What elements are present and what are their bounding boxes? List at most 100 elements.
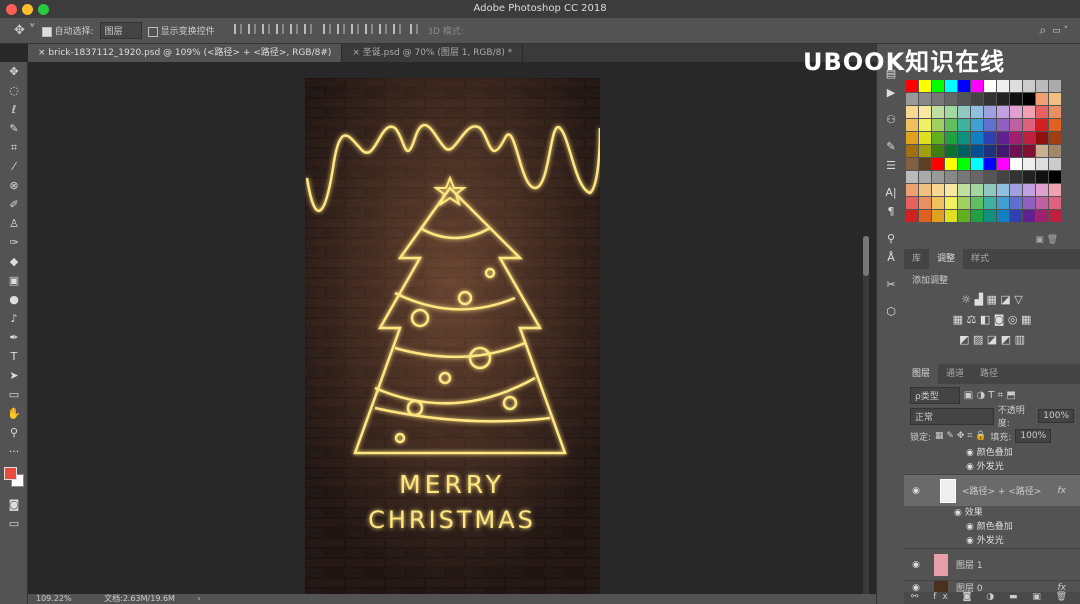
move-tool-icon[interactable]: ✥ <box>0 62 28 81</box>
rectangle-tool-icon[interactable]: ▭ <box>0 385 28 404</box>
layer-filter-dropdown[interactable]: ρ类型 <box>910 386 960 404</box>
paragraph-icon[interactable]: ¶ <box>877 202 905 221</box>
swatch[interactable] <box>945 93 957 105</box>
swatch[interactable] <box>919 132 931 144</box>
zoom-level[interactable]: 109.22% <box>36 594 72 603</box>
lock-icons[interactable]: ▦ ✎ ✥ ⌗ 🔒 <box>935 431 986 441</box>
swatch[interactable] <box>919 106 931 118</box>
swatch[interactable] <box>984 197 996 209</box>
close-window-button[interactable] <box>6 4 17 15</box>
swatch[interactable] <box>932 184 944 196</box>
swatch[interactable] <box>997 210 1009 222</box>
zoom-tool-icon[interactable]: ⚲ <box>0 423 28 442</box>
swatch[interactable] <box>971 171 983 183</box>
swatch[interactable] <box>1023 197 1035 209</box>
swatch[interactable] <box>1049 145 1061 157</box>
swatch[interactable] <box>1010 197 1022 209</box>
hand-tool-icon[interactable]: ✋ <box>0 404 28 423</box>
swatch[interactable] <box>1010 171 1022 183</box>
swatch[interactable] <box>958 119 970 131</box>
opacity-input[interactable]: 100% <box>1038 409 1074 423</box>
swatch[interactable] <box>945 119 957 131</box>
swatch[interactable] <box>945 197 957 209</box>
swatch[interactable] <box>1036 106 1048 118</box>
swatch[interactable] <box>1023 158 1035 170</box>
more-tools-icon[interactable]: ··· <box>0 442 28 461</box>
swatch[interactable] <box>932 171 944 183</box>
swatch[interactable] <box>997 132 1009 144</box>
effects-group[interactable]: ◉ 效果 <box>904 506 1080 520</box>
swatch[interactable] <box>984 145 996 157</box>
swatch[interactable] <box>919 119 931 131</box>
swatch[interactable] <box>945 145 957 157</box>
brush-tool-icon[interactable]: ✐ <box>0 195 28 214</box>
swatch[interactable] <box>1010 145 1022 157</box>
swatch[interactable] <box>958 171 970 183</box>
swatch[interactable] <box>906 197 918 209</box>
screen-mode-icon[interactable]: ▭ <box>0 514 28 533</box>
swatch[interactable] <box>997 119 1009 131</box>
swatch[interactable] <box>958 158 970 170</box>
layer-path[interactable]: ◉ <路径> + <路径> fx <box>904 474 1080 506</box>
swatch[interactable] <box>958 80 970 92</box>
swatch[interactable] <box>1010 132 1022 144</box>
quick-mask-icon[interactable]: ◙ <box>0 495 28 514</box>
swatch[interactable] <box>971 119 983 131</box>
eyedropper-tool-icon[interactable]: ⁄ <box>0 157 28 176</box>
swatch[interactable] <box>945 80 957 92</box>
swatch[interactable] <box>932 119 944 131</box>
swatch[interactable] <box>1010 93 1022 105</box>
color-swatches[interactable] <box>0 461 27 495</box>
stamp-tool-icon[interactable]: ♙ <box>0 214 28 233</box>
blur-tool-icon[interactable]: ● <box>0 290 28 309</box>
document-canvas[interactable]: MERRY CHRISTMAS <box>305 78 600 598</box>
swatch[interactable] <box>997 106 1009 118</box>
effect-color-overlay[interactable]: ◉ 颜色叠加 <box>904 520 1080 534</box>
marquee-tool-icon[interactable]: ◌ <box>0 81 28 100</box>
swatch[interactable] <box>984 80 996 92</box>
swatch[interactable] <box>984 210 996 222</box>
tab-christmas[interactable]: × 圣诞.psd @ 70% (图层 1, RGB/8) * <box>342 44 524 62</box>
actions-play-icon[interactable]: ▶ <box>877 83 905 102</box>
swatch[interactable] <box>984 93 996 105</box>
swatch[interactable] <box>997 158 1009 170</box>
tab-library[interactable]: 库 <box>904 249 929 269</box>
swatch[interactable] <box>1036 184 1048 196</box>
glyphs-icon[interactable]: Å <box>877 248 905 267</box>
history-brush-icon[interactable]: ✑ <box>0 233 28 252</box>
effect-outer-glow[interactable]: ◉ 外发光 <box>904 460 1080 474</box>
swatch[interactable] <box>997 197 1009 209</box>
fx-icon[interactable]: fx <box>1058 583 1067 593</box>
show-transform-checkbox[interactable]: 显示变换控件 <box>147 24 215 37</box>
swatch[interactable] <box>1036 171 1048 183</box>
pen-tool-icon[interactable]: ✒ <box>0 328 28 347</box>
gradient-tool-icon[interactable]: ▣ <box>0 271 28 290</box>
adjustment-buttons[interactable]: ☼ ▟ ▦ ◪ ▽ ▦ ⚖ ◧ ◙ ◎ ▦ ◩ ▨ ◪ ◩ ▥ <box>904 290 1080 364</box>
tab-styles[interactable]: 样式 <box>963 249 997 269</box>
swatch[interactable] <box>932 210 944 222</box>
swatch[interactable] <box>997 80 1009 92</box>
swatch[interactable] <box>1036 158 1048 170</box>
swatch[interactable] <box>906 184 918 196</box>
swatch[interactable] <box>1023 145 1035 157</box>
layer-1[interactable]: ◉ 图层 1 <box>904 548 1080 580</box>
swatch[interactable] <box>984 171 996 183</box>
swatch[interactable] <box>906 106 918 118</box>
blend-mode-dropdown[interactable]: 正常 <box>910 407 994 425</box>
properties-icon[interactable]: ⚇ <box>877 110 905 129</box>
swatch[interactable] <box>997 145 1009 157</box>
swatch[interactable] <box>945 132 957 144</box>
effect-outer-glow[interactable]: ◉ 外发光 <box>904 534 1080 548</box>
swatch[interactable] <box>1049 119 1061 131</box>
tab-brick[interactable]: × brick-1837112_1920.psd @ 109% (<路径> + … <box>28 44 343 62</box>
swatch[interactable] <box>932 132 944 144</box>
swatch[interactable] <box>1023 106 1035 118</box>
swatch[interactable] <box>1010 158 1022 170</box>
swatch[interactable] <box>945 158 957 170</box>
swatch[interactable] <box>971 80 983 92</box>
lasso-tool-icon[interactable]: ℓ <box>0 100 28 119</box>
swatch[interactable] <box>1049 158 1061 170</box>
swatch[interactable] <box>984 119 996 131</box>
type-tool-icon[interactable]: T <box>0 347 28 366</box>
swatch[interactable] <box>906 158 918 170</box>
